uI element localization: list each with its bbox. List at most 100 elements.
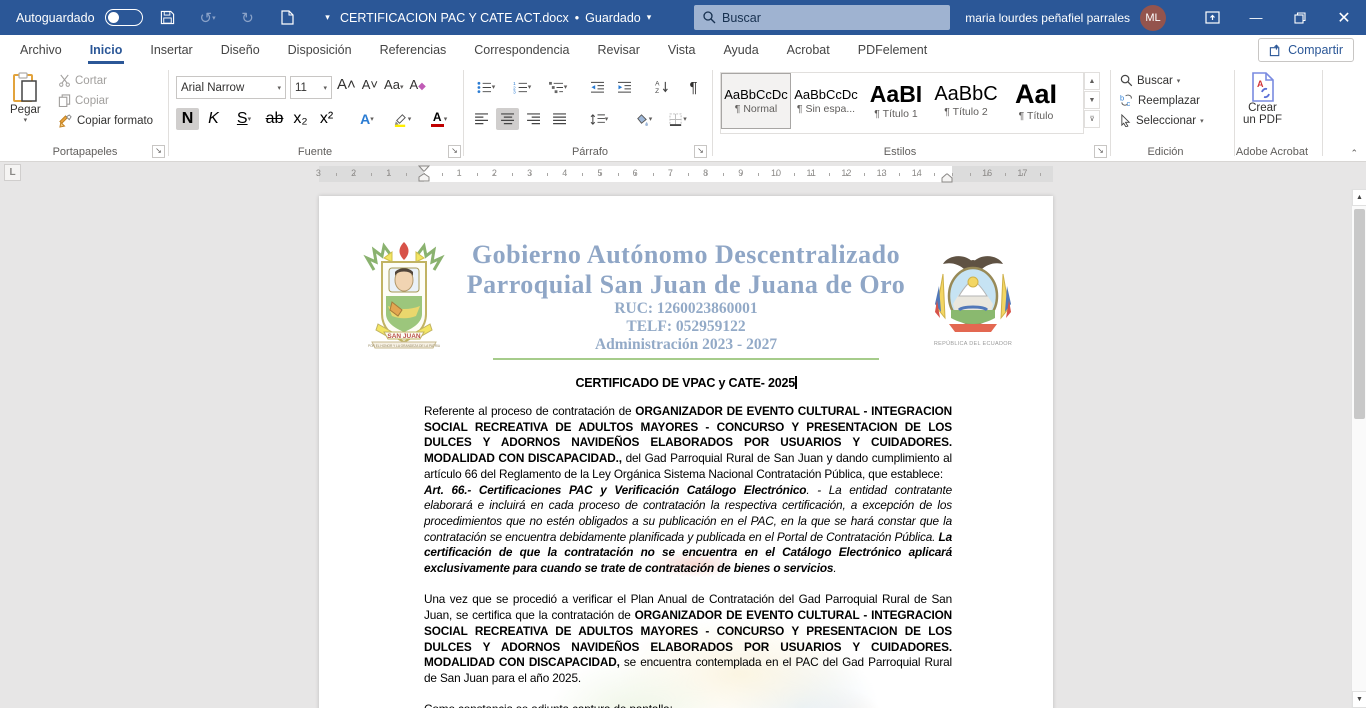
bullet-list-button[interactable]: ▾ xyxy=(470,76,502,98)
document-page[interactable]: SAN JUAN POR EL HONOR Y LA GRANDEZA DE L… xyxy=(319,196,1053,708)
redo-icon[interactable]: ↻ xyxy=(233,5,263,31)
align-center-button[interactable] xyxy=(496,108,519,130)
tab-inicio[interactable]: Inicio xyxy=(76,35,137,64)
horizontal-ruler[interactable]: 32112345678910111213141617 xyxy=(319,166,1053,182)
style-preview: AaBbCcDc xyxy=(794,88,858,101)
styles-dialog-launcher-icon[interactable]: ↘ xyxy=(1094,145,1107,158)
avatar[interactable]: ML xyxy=(1140,5,1166,31)
increase-indent-button[interactable] xyxy=(613,76,636,98)
numbered-list-button[interactable]: 123▾ xyxy=(506,76,538,98)
font-color-button[interactable]: A▾ xyxy=(422,108,456,130)
ribbon-display-options-icon[interactable] xyxy=(1190,0,1234,35)
customize-quick-access-icon[interactable]: ▾ xyxy=(313,5,343,31)
share-button[interactable]: Compartir xyxy=(1258,38,1354,62)
new-document-icon[interactable] xyxy=(273,5,303,31)
close-button[interactable]: ✕ xyxy=(1322,0,1366,35)
indent-marker-icon[interactable] xyxy=(418,165,430,183)
ruler-tick xyxy=(371,173,372,176)
paragraph-2[interactable]: Art. 66.- Certificaciones PAC y Verifica… xyxy=(424,483,952,577)
certificate-heading[interactable]: CERTIFICADO DE VPAC y CATE- 2025 xyxy=(319,376,1053,390)
tab-acrobat[interactable]: Acrobat xyxy=(773,35,844,64)
minimize-button[interactable]: — xyxy=(1234,0,1278,35)
bold-button[interactable]: N xyxy=(176,108,199,130)
grow-font-button[interactable]: A˄ xyxy=(337,76,356,93)
tab-pdfelement[interactable]: PDFelement xyxy=(844,35,941,64)
sort-button[interactable]: AZ xyxy=(648,76,678,98)
styles-scroll-down-icon[interactable]: ▼ xyxy=(1084,91,1100,109)
shading-button[interactable]: ▾ xyxy=(627,108,659,130)
tab-ayuda[interactable]: Ayuda xyxy=(709,35,772,64)
copy-button[interactable]: Copiar xyxy=(58,94,153,107)
strikethrough-button[interactable]: ab xyxy=(263,108,286,130)
line-spacing-button[interactable]: ▾ xyxy=(583,108,615,130)
change-case-button[interactable]: Aa▾ xyxy=(384,77,403,92)
borders-button[interactable]: ▾ xyxy=(662,108,694,130)
document-body[interactable]: Referente al proceso de contratación de … xyxy=(424,404,952,708)
document-title[interactable]: CERTIFICACION PAC Y CATE ACT.docx • Guar… xyxy=(340,0,651,35)
decrease-indent-button[interactable] xyxy=(586,76,609,98)
scroll-up-icon[interactable]: ▲ xyxy=(1352,189,1366,206)
font-name-select[interactable]: Arial Narrow▾ xyxy=(176,76,286,99)
styles-scroll-up-icon[interactable]: ▲ xyxy=(1084,72,1100,90)
paste-button[interactable]: Pegar ▾ xyxy=(10,72,41,124)
select-button[interactable]: Seleccionar▾ xyxy=(1120,114,1204,127)
search-input[interactable]: Buscar xyxy=(694,5,950,30)
tab-archivo[interactable]: Archivo xyxy=(6,35,76,64)
undo-icon[interactable]: ↺▾ xyxy=(193,5,223,31)
tab-insertar[interactable]: Insertar xyxy=(136,35,206,64)
italic-button[interactable]: K xyxy=(202,108,225,130)
style-título[interactable]: AaI¶ Título xyxy=(1001,73,1071,129)
styles-more-icon[interactable]: ⊽ xyxy=(1084,110,1100,128)
tab-referencias[interactable]: Referencias xyxy=(366,35,461,64)
collapse-ribbon-icon[interactable]: ⌃ xyxy=(1350,148,1358,159)
tab-selector[interactable]: L xyxy=(4,164,21,181)
find-button[interactable]: Buscar▾ xyxy=(1120,74,1204,87)
style-normal[interactable]: AaBbCcDc¶ Normal xyxy=(721,73,791,129)
restore-button[interactable] xyxy=(1278,0,1322,35)
pilcrow-icon: ¶ xyxy=(689,79,697,96)
scrollbar-thumb[interactable] xyxy=(1354,209,1365,419)
font-size-select[interactable]: 11▾ xyxy=(290,76,332,99)
tab-correspondencia[interactable]: Correspondencia xyxy=(460,35,583,64)
replace-button[interactable]: bc Reemplazar xyxy=(1120,94,1204,107)
scroll-down-icon[interactable]: ▼ xyxy=(1352,691,1366,708)
superscript-button[interactable]: x² xyxy=(315,108,338,130)
justify-button[interactable] xyxy=(548,108,571,130)
user-name[interactable]: maria lourdes peñafiel parrales xyxy=(965,11,1130,25)
paragraph-4[interactable]: Como constancia se adjunta captura de pa… xyxy=(424,702,952,708)
format-painter-icon xyxy=(58,114,73,128)
show-formatting-marks-button[interactable]: ¶ xyxy=(682,76,705,98)
right-indent-marker-icon[interactable] xyxy=(941,173,953,183)
style-título-2[interactable]: AaBbC ¶ Título 2 xyxy=(931,73,1001,129)
font-dialog-launcher-icon[interactable]: ↘ xyxy=(448,145,461,158)
style-título-1[interactable]: AaBI¶ Título 1 xyxy=(861,73,931,129)
tab-revisar[interactable]: Revisar xyxy=(583,35,653,64)
style-sin-espa[interactable]: AaBbCcDc¶ Sin espa... xyxy=(791,73,861,129)
vertical-scrollbar[interactable]: ▲ ▼ xyxy=(1351,189,1366,708)
shrink-font-button[interactable]: A˅ xyxy=(362,77,378,92)
save-icon[interactable] xyxy=(153,5,183,31)
paragraph-dialog-launcher-icon[interactable]: ↘ xyxy=(694,145,707,158)
paragraph-1[interactable]: Referente al proceso de contratación de … xyxy=(424,404,952,483)
tab-disposición[interactable]: Disposición xyxy=(274,35,366,64)
cut-button[interactable]: Cortar xyxy=(58,74,153,87)
multilevel-list-button[interactable]: ▾ xyxy=(542,76,574,98)
create-pdf-button[interactable]: A Crear un PDF xyxy=(1243,72,1282,126)
clear-formatting-button[interactable]: A◆ xyxy=(409,77,425,92)
subscript-button[interactable]: x₂ xyxy=(289,108,312,130)
ruler-tick xyxy=(811,173,812,176)
document-area[interactable]: SAN JUAN POR EL HONOR Y LA GRANDEZA DE L… xyxy=(0,186,1351,708)
autosave-toggle[interactable] xyxy=(105,9,143,26)
text-highlight-button[interactable]: ▾ xyxy=(385,108,419,130)
align-left-button[interactable] xyxy=(470,108,493,130)
text-effects-button[interactable]: A▾ xyxy=(352,108,382,130)
underline-button[interactable]: S▾ xyxy=(228,108,260,130)
align-right-button[interactable] xyxy=(522,108,545,130)
format-painter-button[interactable]: Copiar formato xyxy=(58,114,153,128)
paragraph-3[interactable]: Una vez que se procedió a verificar el P… xyxy=(424,592,952,686)
tab-vista[interactable]: Vista xyxy=(654,35,710,64)
clipboard-dialog-launcher-icon[interactable]: ↘ xyxy=(152,145,165,158)
style-preview: AaBbC xyxy=(934,84,997,104)
tab-diseño[interactable]: Diseño xyxy=(207,35,274,64)
style-label: ¶ Título 2 xyxy=(944,106,987,118)
